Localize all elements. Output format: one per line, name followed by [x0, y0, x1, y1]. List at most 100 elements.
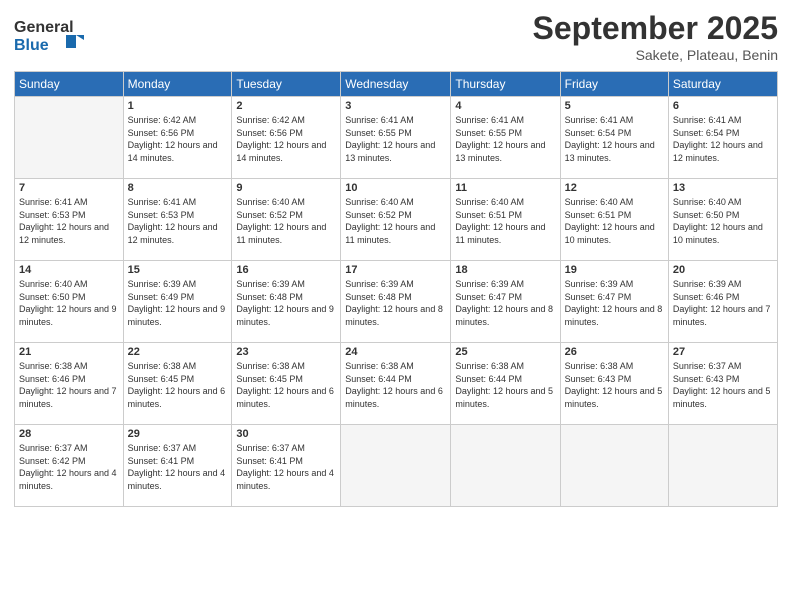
day-info: Sunrise: 6:39 AM Sunset: 6:47 PM Dayligh… — [455, 278, 555, 328]
day-info: Sunrise: 6:41 AM Sunset: 6:53 PM Dayligh… — [19, 196, 119, 246]
day-number: 13 — [673, 182, 773, 194]
day-info: Sunrise: 6:42 AM Sunset: 6:56 PM Dayligh… — [128, 114, 228, 164]
calendar-cell: 12Sunrise: 6:40 AM Sunset: 6:51 PM Dayli… — [560, 179, 668, 261]
day-info: Sunrise: 6:37 AM Sunset: 6:42 PM Dayligh… — [19, 442, 119, 492]
subtitle: Sakete, Plateau, Benin — [533, 47, 778, 63]
day-number: 6 — [673, 100, 773, 112]
calendar-cell: 29 Sunrise: 6:37 AM Sunset: 6:41 PM Dayli… — [123, 425, 232, 507]
day-info: Sunrise: 6:37 AM Sunset: 6:41 PM Dayligh… — [236, 442, 336, 492]
calendar-cell: 11 Sunrise: 6:40 AM Sunset: 6:51 PM Dayli… — [451, 179, 560, 261]
day-info: Sunrise: 6:40 AM Sunset: 6:51 PM Dayligh… — [455, 196, 555, 246]
calendar-cell: 25 Sunrise: 6:38 AM Sunset: 6:44 PM Dayli… — [451, 343, 560, 425]
calendar-cell: 7 Sunrise: 6:41 AM Sunset: 6:53 PM Daylig… — [15, 179, 124, 261]
calendar-cell: 20 Sunrise: 6:39 AM Sunset: 6:46 PM Dayli… — [668, 261, 777, 343]
day-number: 26 — [565, 346, 664, 358]
day-number: 4 — [455, 100, 555, 112]
day-number: 10 — [345, 182, 446, 194]
day-number: 23 — [236, 346, 336, 358]
header-sunday: Sunday — [15, 72, 124, 97]
calendar-cell: 26 Sunrise: 6:38 AM Sunset: 6:43 PM Dayli… — [560, 343, 668, 425]
calendar-cell — [451, 425, 560, 507]
calendar-cell: 2 Sunrise: 6:42 AM Sunset: 6:56 PM Daylig… — [232, 97, 341, 179]
day-info: Sunrise: 6:37 AM Sunset: 6:43 PM Dayligh… — [673, 360, 773, 410]
calendar-cell: 5 Sunrise: 6:41 AM Sunset: 6:54 PM Daylig… — [560, 97, 668, 179]
day-info: Sunrise: 6:38 AM Sunset: 6:44 PM Dayligh… — [455, 360, 555, 410]
calendar-week-row: 7 Sunrise: 6:41 AM Sunset: 6:53 PM Daylig… — [15, 179, 778, 261]
calendar-table: Sunday Monday Tuesday Wednesday Thursday… — [14, 71, 778, 507]
day-number: 9 — [236, 182, 336, 194]
calendar-cell: 10 Sunrise: 6:40 AM Sunset: 6:52 PM Dayli… — [341, 179, 451, 261]
day-info: Sunrise: 6:38 AM Sunset: 6:45 PM Dayligh… — [128, 360, 228, 410]
calendar-cell: 4 Sunrise: 6:41 AM Sunset: 6:55 PM Daylig… — [451, 97, 560, 179]
day-number: 5 — [565, 100, 664, 112]
day-number: 7 — [19, 182, 119, 194]
title-area: September 2025 Sakete, Plateau, Benin — [533, 10, 778, 63]
day-info: Sunrise: 6:41 AM Sunset: 6:55 PM Dayligh… — [345, 114, 446, 164]
svg-text:General: General — [14, 19, 74, 36]
calendar-cell: 18Sunrise: 6:39 AM Sunset: 6:47 PM Dayli… — [451, 261, 560, 343]
header-friday: Friday — [560, 72, 668, 97]
day-number: 20 — [673, 264, 773, 276]
calendar-cell: 13 Sunrise: 6:40 AM Sunset: 6:50 PM Dayli… — [668, 179, 777, 261]
day-number: 30 — [236, 428, 336, 440]
day-info: Sunrise: 6:41 AM Sunset: 6:54 PM Dayligh… — [565, 114, 664, 164]
day-number: 25 — [455, 346, 555, 358]
calendar-cell: 28 Sunrise: 6:37 AM Sunset: 6:42 PM Dayli… — [15, 425, 124, 507]
day-number: 19 — [565, 264, 664, 276]
svg-text:Blue: Blue — [14, 37, 49, 54]
day-info: Sunrise: 6:41 AM Sunset: 6:54 PM Dayligh… — [673, 114, 773, 164]
day-info: Sunrise: 6:39 AM Sunset: 6:46 PM Dayligh… — [673, 278, 773, 328]
day-info: Sunrise: 6:39 AM Sunset: 6:47 PM Dayligh… — [565, 278, 664, 328]
calendar-cell: 24 Sunrise: 6:38 AM Sunset: 6:44 PM Dayli… — [341, 343, 451, 425]
day-number: 28 — [19, 428, 119, 440]
calendar-cell: 27Sunrise: 6:37 AM Sunset: 6:43 PM Dayli… — [668, 343, 777, 425]
day-number: 29 — [128, 428, 228, 440]
calendar-cell: 6 Sunrise: 6:41 AM Sunset: 6:54 PM Daylig… — [668, 97, 777, 179]
calendar-week-row: 28 Sunrise: 6:37 AM Sunset: 6:42 PM Dayli… — [15, 425, 778, 507]
calendar-cell — [668, 425, 777, 507]
calendar-cell: 17Sunrise: 6:39 AM Sunset: 6:48 PM Dayli… — [341, 261, 451, 343]
day-number: 8 — [128, 182, 228, 194]
day-number: 24 — [345, 346, 446, 358]
day-number: 15 — [128, 264, 228, 276]
calendar-cell: 9Sunrise: 6:40 AM Sunset: 6:52 PM Daylig… — [232, 179, 341, 261]
calendar-cell: 15 Sunrise: 6:39 AM Sunset: 6:49 PM Dayli… — [123, 261, 232, 343]
day-number: 3 — [345, 100, 446, 112]
calendar-cell: 23 Sunrise: 6:38 AM Sunset: 6:45 PM Dayli… — [232, 343, 341, 425]
day-info: Sunrise: 6:40 AM Sunset: 6:50 PM Dayligh… — [19, 278, 119, 328]
day-number: 14 — [19, 264, 119, 276]
day-number: 2 — [236, 100, 336, 112]
weekday-header-row: Sunday Monday Tuesday Wednesday Thursday… — [15, 72, 778, 97]
day-info: Sunrise: 6:40 AM Sunset: 6:51 PM Dayligh… — [565, 196, 664, 246]
day-info: Sunrise: 6:39 AM Sunset: 6:49 PM Dayligh… — [128, 278, 228, 328]
calendar-week-row: 21Sunrise: 6:38 AM Sunset: 6:46 PM Dayli… — [15, 343, 778, 425]
day-info: Sunrise: 6:37 AM Sunset: 6:41 PM Dayligh… — [128, 442, 228, 492]
month-title: September 2025 — [533, 10, 778, 47]
day-number: 16 — [236, 264, 336, 276]
day-info: Sunrise: 6:41 AM Sunset: 6:53 PM Dayligh… — [128, 196, 228, 246]
calendar-cell — [560, 425, 668, 507]
day-info: Sunrise: 6:40 AM Sunset: 6:52 PM Dayligh… — [345, 196, 446, 246]
day-info: Sunrise: 6:40 AM Sunset: 6:50 PM Dayligh… — [673, 196, 773, 246]
day-info: Sunrise: 6:38 AM Sunset: 6:43 PM Dayligh… — [565, 360, 664, 410]
day-number: 11 — [455, 182, 555, 194]
calendar-cell: 16Sunrise: 6:39 AM Sunset: 6:48 PM Dayli… — [232, 261, 341, 343]
day-number: 1 — [128, 100, 228, 112]
header-tuesday: Tuesday — [232, 72, 341, 97]
day-info: Sunrise: 6:41 AM Sunset: 6:55 PM Dayligh… — [455, 114, 555, 164]
calendar-cell: 14 Sunrise: 6:40 AM Sunset: 6:50 PM Dayli… — [15, 261, 124, 343]
calendar-cell: 8 Sunrise: 6:41 AM Sunset: 6:53 PM Daylig… — [123, 179, 232, 261]
calendar-week-row: 1 Sunrise: 6:42 AM Sunset: 6:56 PM Daylig… — [15, 97, 778, 179]
calendar-cell: 30 Sunrise: 6:37 AM Sunset: 6:41 PM Dayli… — [232, 425, 341, 507]
day-info: Sunrise: 6:38 AM Sunset: 6:44 PM Dayligh… — [345, 360, 446, 410]
calendar-cell — [341, 425, 451, 507]
calendar-cell: 22Sunrise: 6:38 AM Sunset: 6:45 PM Dayli… — [123, 343, 232, 425]
calendar-cell — [15, 97, 124, 179]
header: General Blue September 2025 Sakete, Plat… — [14, 10, 778, 63]
calendar-cell: 19 Sunrise: 6:39 AM Sunset: 6:47 PM Dayli… — [560, 261, 668, 343]
header-thursday: Thursday — [451, 72, 560, 97]
page: General Blue September 2025 Sakete, Plat… — [0, 0, 792, 612]
day-info: Sunrise: 6:38 AM Sunset: 6:45 PM Dayligh… — [236, 360, 336, 410]
calendar-week-row: 14 Sunrise: 6:40 AM Sunset: 6:50 PM Dayli… — [15, 261, 778, 343]
day-info: Sunrise: 6:42 AM Sunset: 6:56 PM Dayligh… — [236, 114, 336, 164]
